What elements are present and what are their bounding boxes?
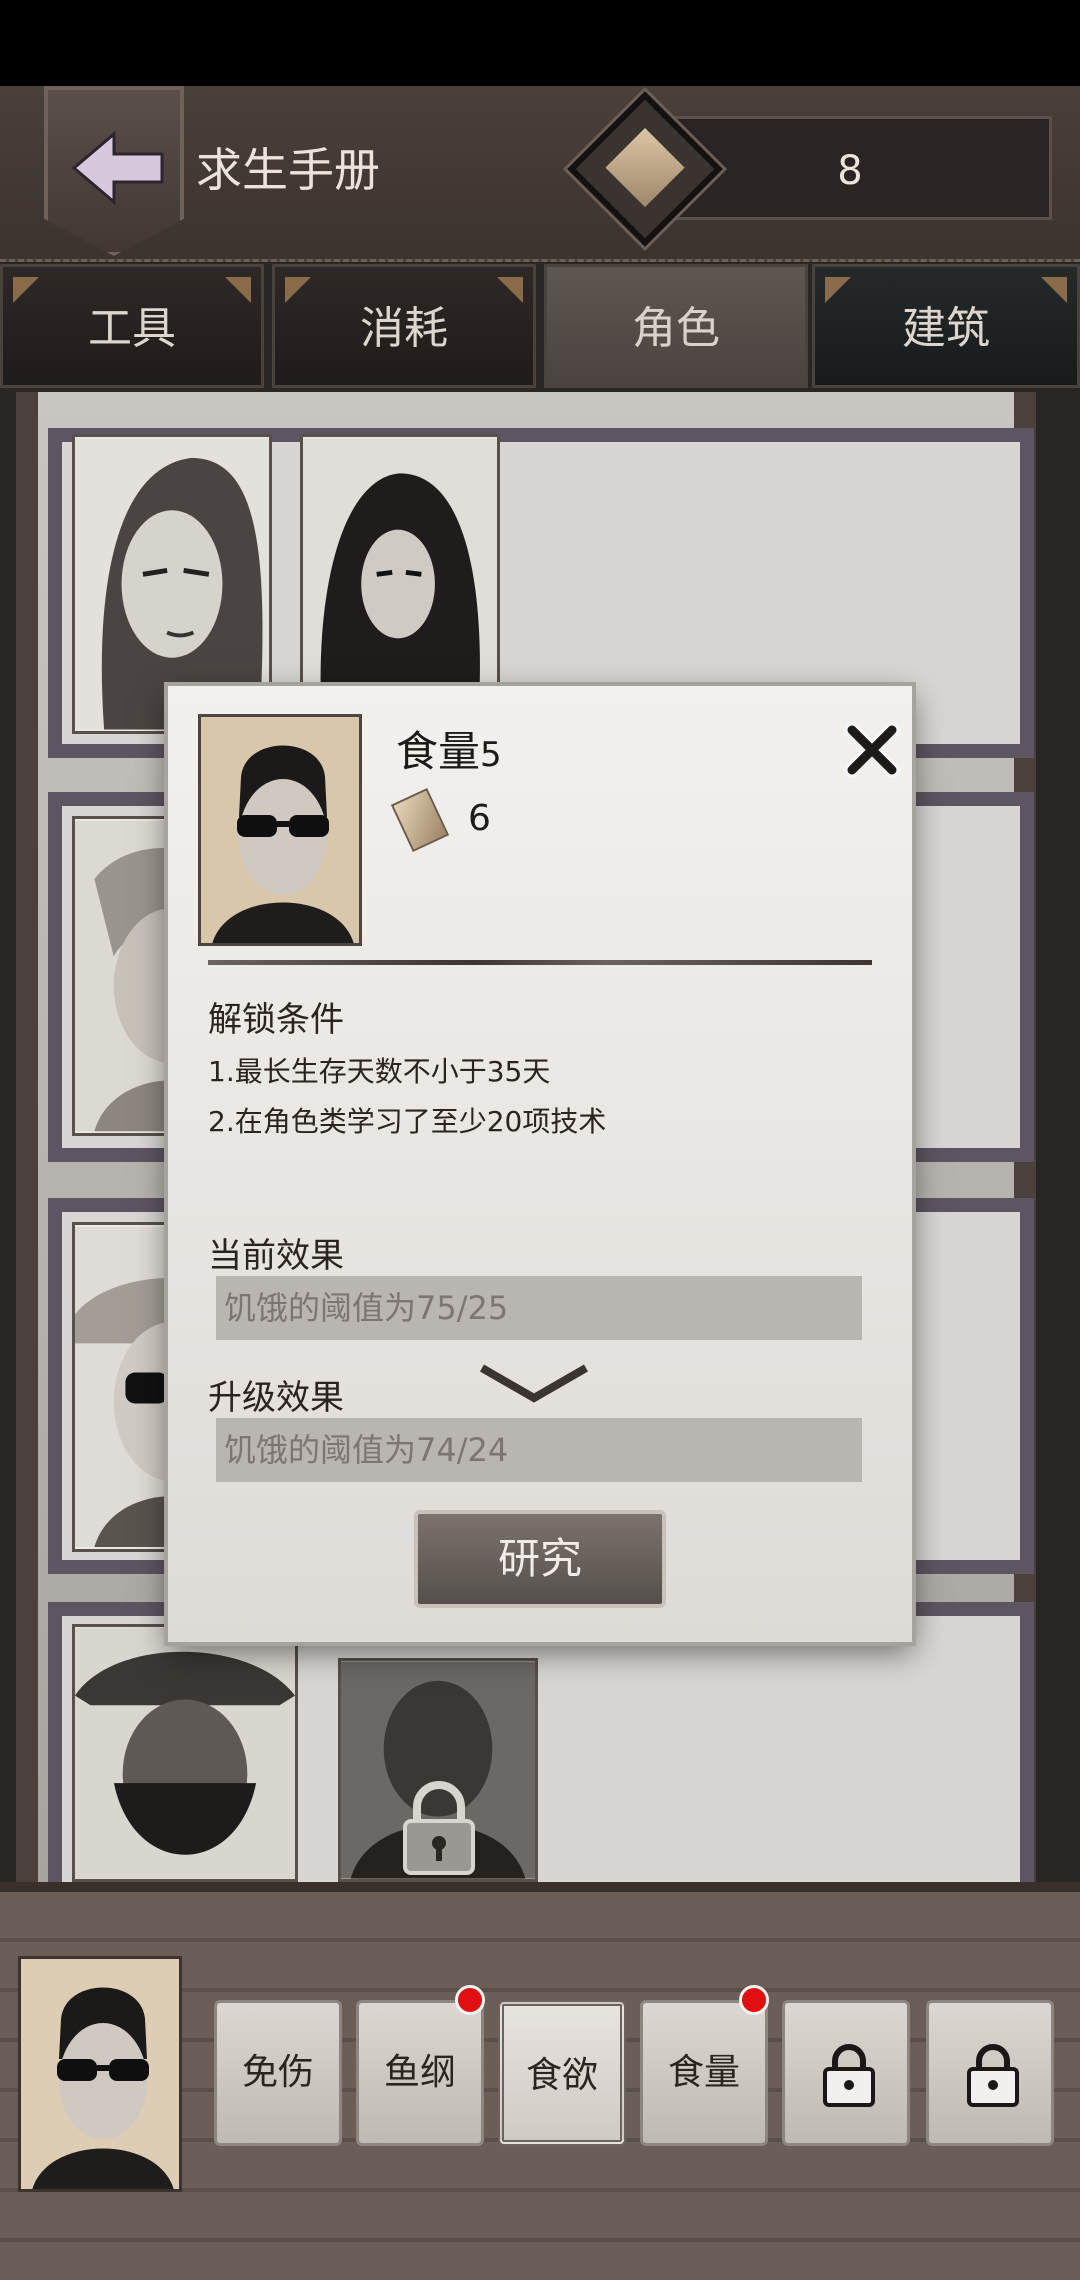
currency-value: 8 bbox=[837, 148, 863, 194]
skill-bar: 免伤 鱼纲 食欲 食量 bbox=[0, 1882, 1080, 2280]
selected-character-portrait[interactable] bbox=[18, 1956, 182, 2192]
upgrade-effect-value: 饥饿的阈值为74/24 bbox=[216, 1418, 862, 1482]
lock-icon bbox=[403, 1781, 475, 1875]
unlock-condition-2: 2.在角色类学习了至少20项技术 bbox=[208, 1105, 607, 1138]
tab-label: 角色 bbox=[632, 303, 720, 354]
skill-damage-reduction[interactable]: 免伤 bbox=[214, 2000, 342, 2146]
unlock-condition-1: 1.最长生存天数不小于35天 bbox=[208, 1055, 551, 1088]
page-title: 求生手册 bbox=[196, 143, 380, 197]
tab-buildings[interactable]: 建筑 bbox=[812, 264, 1080, 388]
character-art bbox=[75, 1627, 295, 1879]
tab-consumables[interactable]: 消耗 bbox=[272, 264, 536, 388]
lock-icon bbox=[823, 2044, 875, 2107]
character-portrait bbox=[198, 714, 362, 946]
research-button[interactable]: 研究 bbox=[414, 1510, 666, 1608]
skill-title: 食量5 bbox=[396, 718, 502, 779]
close-icon[interactable] bbox=[844, 722, 900, 778]
skill-locked-1[interactable] bbox=[782, 2000, 910, 2146]
current-effect-title: 当前效果 bbox=[208, 1236, 344, 1276]
current-effect-value: 饥饿的阈值为75/25 bbox=[216, 1276, 862, 1340]
category-tabs: 工具 消耗 角色 建筑 bbox=[0, 264, 1080, 388]
character-art bbox=[201, 717, 359, 943]
skill-fishing[interactable]: 鱼纲 bbox=[356, 1985, 485, 2146]
skill-detail-modal: 食量5 6 解锁条件 1.最长生存天数不小于35天 2.在角色类学习了至少20项… bbox=[168, 686, 912, 1642]
skill-level: 5 bbox=[480, 735, 502, 775]
notification-badge bbox=[455, 1985, 485, 2015]
header: 求生手册 8 bbox=[0, 86, 1080, 262]
tab-tools[interactable]: 工具 bbox=[0, 264, 264, 388]
status-bar bbox=[0, 0, 1080, 86]
skill-label: 鱼纲 bbox=[383, 2052, 456, 2093]
research-points-icon bbox=[390, 787, 450, 853]
lock-icon bbox=[967, 2044, 1019, 2107]
skill-label: 食欲 bbox=[525, 2055, 598, 2096]
character-art bbox=[21, 1959, 179, 2189]
skill-locked-2[interactable] bbox=[926, 2000, 1054, 2146]
character-portrait-locked[interactable] bbox=[338, 1658, 538, 1882]
divider bbox=[208, 960, 872, 965]
character-portrait-5[interactable] bbox=[72, 1624, 298, 1882]
skill-appetite[interactable]: 食欲 bbox=[498, 2000, 626, 2146]
tab-label: 工具 bbox=[88, 303, 176, 354]
tab-label: 建筑 bbox=[902, 303, 990, 354]
upgrade-effect-title: 升级效果 bbox=[208, 1378, 344, 1418]
back-button[interactable] bbox=[44, 86, 184, 256]
skill-name: 食量 bbox=[396, 727, 481, 776]
tab-label: 消耗 bbox=[360, 303, 448, 354]
skill-label: 食量 bbox=[667, 2052, 740, 2093]
chevron-down-icon bbox=[480, 1364, 588, 1403]
tab-characters[interactable]: 角色 bbox=[544, 264, 808, 388]
skill-label: 免伤 bbox=[241, 2052, 314, 2093]
research-points-icon bbox=[567, 91, 723, 247]
skill-food-intake[interactable]: 食量 bbox=[640, 1985, 769, 2146]
unlock-conditions-title: 解锁条件 bbox=[208, 1000, 344, 1040]
back-arrow-icon bbox=[71, 130, 164, 206]
skill-cost: 6 bbox=[468, 798, 491, 839]
notification-badge bbox=[739, 1985, 769, 2015]
